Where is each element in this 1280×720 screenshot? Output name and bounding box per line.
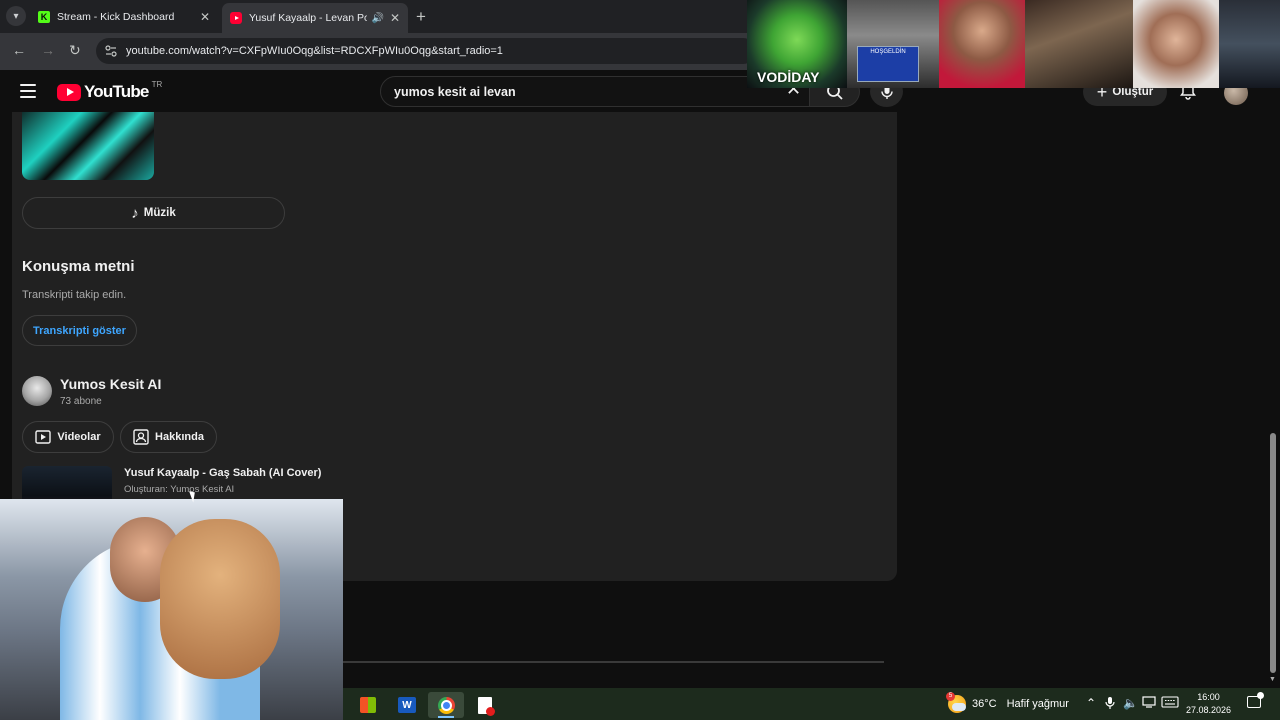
new-tab-plus-icon[interactable]: + (416, 7, 426, 27)
webcam-feed (939, 0, 1025, 88)
webcam-feed: VODİDAY (747, 0, 847, 88)
subscriber-count: 73 abone (60, 396, 102, 407)
video-title-link[interactable]: Yusuf Kayaalp - Gaş Sabah (AI Cover) (124, 467, 321, 479)
channel-avatar[interactable] (22, 376, 52, 406)
videos-button[interactable]: Videolar (22, 421, 114, 453)
scrollbar-thumb[interactable] (1270, 433, 1276, 673)
channel-name[interactable]: Yumos Kesit AI (60, 376, 161, 392)
divider-line (343, 661, 884, 663)
tab-youtube-active[interactable]: Yusuf Kayaalp - Levan Polka 🔊 ✕ (222, 3, 408, 33)
webcam-label: VODİDAY (757, 69, 820, 85)
about-button[interactable]: Hakkında (120, 421, 217, 453)
youtube-favicon-icon (230, 12, 242, 24)
video-play-icon (35, 430, 52, 444)
address-bar[interactable]: youtube.com/watch?v=CXFpWIu0Oqg&list=RDC… (96, 38, 756, 64)
image-overlay (0, 499, 343, 720)
back-arrow-icon[interactable]: ← (12, 42, 26, 58)
taskbar-document-app[interactable] (467, 692, 503, 718)
reload-icon[interactable]: ↻ (69, 42, 81, 59)
menu-icon[interactable] (20, 84, 36, 98)
scroll-down-arrow-icon[interactable]: ▼ (1269, 676, 1276, 683)
notification-badge (1257, 692, 1264, 699)
windows-taskbar: W 5 36°C Hafif yağmur ⌃ 🔈 16:00 27.08.20… (343, 688, 1280, 720)
document-icon (478, 696, 495, 716)
show-transcript-button[interactable]: Transkripti göster (22, 315, 137, 346)
music-note-icon: ♪ (131, 204, 139, 222)
kick-favicon-icon: K (38, 10, 50, 23)
music-button-label: Müzik (143, 207, 176, 219)
forward-arrow-icon[interactable]: → (41, 42, 55, 58)
close-icon[interactable]: ✕ (390, 11, 400, 25)
audio-playing-icon[interactable]: 🔊 (371, 13, 383, 24)
about-label: Hakkında (155, 431, 204, 443)
webcam-feed (1133, 0, 1219, 88)
youtube-play-icon (57, 83, 81, 101)
music-button[interactable]: ♪ Müzik (22, 197, 285, 229)
tab-title: Stream - Kick Dashboard (57, 10, 175, 23)
webcam-feed (1025, 0, 1133, 88)
word-icon: W (398, 697, 416, 713)
welcome-badge-text: HOŞGELDİN (870, 49, 906, 55)
tab-kick-dashboard[interactable]: K Stream - Kick Dashboard ✕ (30, 4, 218, 29)
clock-date: 27.08.2026 (1186, 705, 1232, 715)
logo-text: YouTube (84, 82, 149, 101)
keyboard-icon[interactable] (1161, 696, 1179, 711)
chrome-icon (437, 696, 455, 714)
taskbar-store-app[interactable] (350, 692, 386, 718)
microphone-icon[interactable] (1105, 696, 1115, 713)
music-thumbnail[interactable] (22, 112, 154, 180)
weather-alert-badge: 5 (946, 692, 955, 701)
welcome-badge: HOŞGELDİN (857, 46, 919, 82)
webcam-feed (1219, 0, 1280, 88)
url-text: youtube.com/watch?v=CXFpWIu0Oqg&list=RDC… (126, 45, 503, 57)
taskbar-chrome-app[interactable] (428, 692, 464, 718)
clock-time: 16:00 (1197, 692, 1220, 702)
network-icon[interactable] (1142, 696, 1156, 711)
weather-widget[interactable]: 5 36°C Hafif yağmur (946, 692, 1069, 713)
show-transcript-label: Transkripti göster (33, 324, 126, 337)
country-code: TR (151, 79, 163, 89)
speaker-icon[interactable]: 🔈 (1123, 696, 1138, 710)
tab-search-button[interactable]: ▾ (6, 6, 26, 26)
teddy-bear-image (160, 519, 280, 679)
video-author: Oluşturan: Yumos Kesit AI (124, 484, 235, 495)
videos-label: Videolar (57, 431, 101, 443)
transcript-subtitle: Transkripti takip edin. (22, 289, 127, 301)
chevron-up-icon[interactable]: ⌃ (1086, 696, 1096, 710)
system-clock[interactable]: 16:00 27.08.2026 (1186, 691, 1231, 717)
weather-cloud-sun-icon: 5 (946, 692, 966, 713)
weather-temperature: 36°C (972, 698, 997, 710)
youtube-logo[interactable]: YouTube TR (57, 79, 163, 102)
weather-description: Hafif yağmur (1006, 698, 1069, 710)
taskbar-word-app[interactable]: W (389, 692, 425, 718)
webcam-feed: HOŞGELDİN (847, 0, 939, 88)
store-icon (360, 697, 376, 713)
close-icon[interactable]: ✕ (200, 10, 210, 24)
tab-title: Yusuf Kayaalp - Levan Polka (249, 12, 368, 24)
person-card-icon (133, 429, 149, 445)
webcam-overlay-strip: VODİDAY HOŞGELDİN (747, 0, 1280, 88)
search-input[interactable]: yumos kesit ai levan (380, 76, 810, 107)
site-info-icon[interactable] (104, 44, 118, 58)
transcript-heading: Konuşma metni (22, 258, 135, 275)
search-query: yumos kesit ai levan (394, 84, 516, 99)
